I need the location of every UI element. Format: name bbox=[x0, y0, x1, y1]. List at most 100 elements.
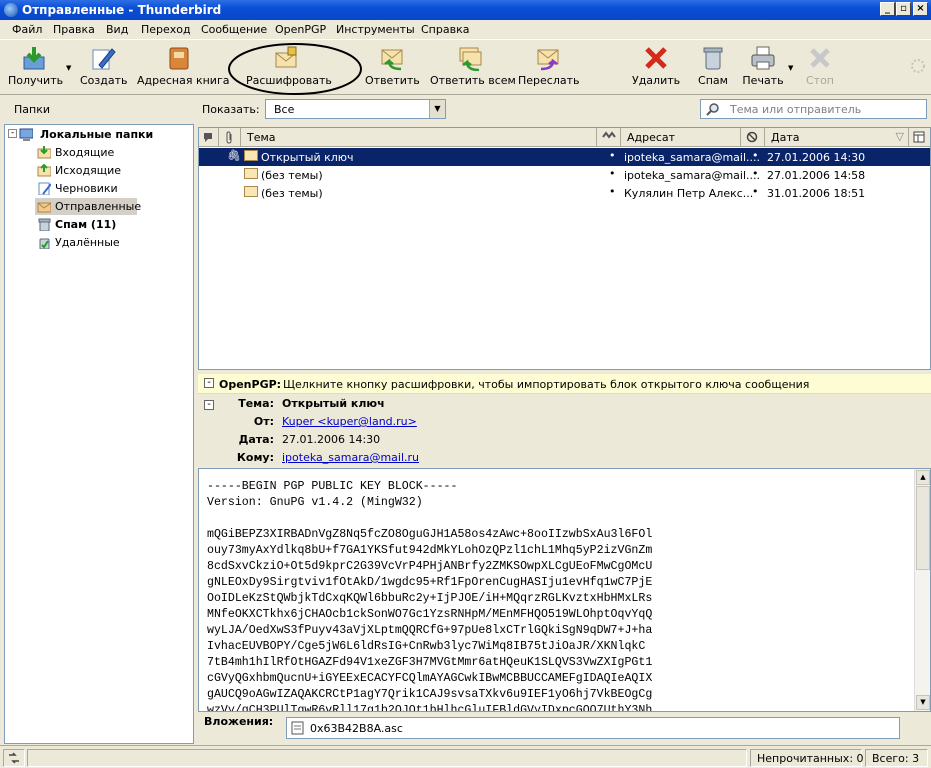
get-mail-button[interactable]: Получить bbox=[8, 45, 63, 87]
folder-inbox[interactable]: Входящие bbox=[5, 144, 193, 162]
online-status-icon[interactable] bbox=[3, 749, 25, 767]
folder-outbox[interactable]: Исходящие bbox=[5, 162, 193, 180]
outbox-icon bbox=[37, 164, 51, 177]
stop-icon bbox=[807, 45, 833, 71]
get-mail-dropdown-icon[interactable]: ▼ bbox=[66, 64, 71, 72]
column-thread[interactable] bbox=[199, 128, 219, 147]
scroll-up-icon[interactable]: ▲ bbox=[916, 470, 930, 485]
message-body[interactable]: -----BEGIN PGP PUBLIC KEY BLOCK----- Ver… bbox=[198, 468, 931, 712]
write-button[interactable]: Создать bbox=[80, 45, 128, 87]
collapse-icon[interactable]: - bbox=[8, 129, 17, 138]
column-read[interactable] bbox=[741, 128, 765, 147]
get-mail-icon bbox=[21, 45, 47, 71]
folder-local-root[interactable]: - Локальные папки bbox=[5, 126, 193, 144]
message-scrollbar[interactable]: ▲ ▼ bbox=[914, 469, 930, 711]
openpgp-message: Щелкните кнопку расшифровки, чтобы импор… bbox=[283, 378, 810, 391]
folder-sent[interactable]: Отправленные bbox=[5, 198, 193, 216]
menu-bar: Файл Правка Вид Переход Сообщение OpenPG… bbox=[0, 20, 931, 40]
print-dropdown-icon[interactable]: ▼ bbox=[788, 64, 793, 72]
print-button[interactable]: Печать bbox=[742, 45, 784, 87]
menu-file[interactable]: Файл bbox=[12, 23, 42, 36]
row-recipient: ipoteka_samara@mail.... bbox=[624, 151, 761, 164]
restore-button[interactable]: ▫ bbox=[896, 2, 911, 16]
reply-icon bbox=[379, 45, 405, 71]
column-attachment[interactable] bbox=[219, 128, 241, 147]
folder-spam[interactable]: Спам (11) bbox=[5, 216, 193, 234]
subject-value: Открытый ключ bbox=[282, 397, 385, 410]
close-window-button[interactable]: × bbox=[913, 2, 928, 16]
stop-button[interactable]: Стоп bbox=[804, 45, 836, 87]
throbber-icon bbox=[911, 59, 925, 73]
collapse-headers-icon[interactable]: - bbox=[204, 400, 214, 410]
show-label: Показать: bbox=[202, 103, 260, 116]
reply-button[interactable]: Ответить bbox=[365, 45, 420, 87]
read-dot-icon: • bbox=[752, 167, 759, 180]
sort-icon: ▽ bbox=[895, 130, 904, 143]
column-recipient[interactable]: Адресат bbox=[621, 128, 741, 147]
collapse-icon[interactable]: - bbox=[204, 378, 214, 388]
show-filter-select[interactable]: Все ▼ bbox=[265, 99, 446, 119]
column-picker[interactable] bbox=[909, 128, 930, 147]
attachment-indicator-icon: 🖇 bbox=[227, 149, 241, 162]
file-icon bbox=[291, 721, 304, 735]
row-recipient: Кулялин Петр Алекс... bbox=[624, 187, 754, 200]
junk-dot-icon: • bbox=[609, 185, 616, 198]
menu-go[interactable]: Переход bbox=[141, 23, 191, 36]
read-status-icon bbox=[746, 131, 758, 143]
junk-dot-icon: • bbox=[609, 167, 616, 180]
from-link[interactable]: Kuper <kuper@land.ru> bbox=[282, 415, 417, 428]
inbox-icon bbox=[37, 146, 51, 159]
folder-trash[interactable]: Удалённые bbox=[5, 234, 193, 252]
chevron-down-icon[interactable]: ▼ bbox=[429, 100, 445, 118]
attachments-bar: Вложения: 0x63B42B8A.asc bbox=[198, 712, 931, 744]
row-subject: (без темы) bbox=[261, 169, 323, 182]
minimize-button[interactable]: _ bbox=[880, 2, 895, 16]
thread-header: Тема Адресат Дата ▽ bbox=[199, 128, 930, 147]
annotation-circle bbox=[228, 43, 362, 95]
status-bar: Непрочитанных: 0 Всего: 3 bbox=[0, 745, 931, 768]
reply-all-button[interactable]: Ответить всем bbox=[430, 45, 516, 87]
scroll-thumb[interactable] bbox=[916, 486, 930, 570]
menu-view[interactable]: Вид bbox=[106, 23, 128, 36]
message-envelope-icon bbox=[244, 186, 258, 200]
table-row[interactable]: (без темы) • ipoteka_samara@mail.... • 2… bbox=[199, 166, 930, 184]
menu-edit[interactable]: Правка bbox=[53, 23, 95, 36]
table-row[interactable]: 🖇 Открытый ключ • ipoteka_samara@mail...… bbox=[199, 148, 930, 166]
to-link[interactable]: ipoteka_samara@mail.ru bbox=[282, 451, 419, 464]
search-icon bbox=[706, 103, 719, 116]
table-row[interactable]: (без темы) • Кулялин Петр Алекс... • 31.… bbox=[199, 184, 930, 202]
unread-count: Непрочитанных: 0 bbox=[750, 749, 864, 767]
message-header: - OpenPGP: Щелкните кнопку расшифровки, … bbox=[198, 374, 931, 468]
to-label: Кому: bbox=[236, 451, 274, 464]
column-date[interactable]: Дата ▽ bbox=[765, 128, 909, 147]
address-book-button[interactable]: Адресная книга bbox=[137, 45, 229, 87]
show-filter-value: Все bbox=[274, 103, 295, 116]
scroll-down-icon[interactable]: ▼ bbox=[916, 695, 930, 710]
column-junk[interactable] bbox=[597, 128, 621, 147]
date-label: Дата: bbox=[238, 433, 274, 446]
folder-pane: - Локальные папки Входящие Исходящие Чер… bbox=[4, 124, 194, 744]
column-subject[interactable]: Тема bbox=[241, 128, 597, 147]
menu-help[interactable]: Справка bbox=[421, 23, 469, 36]
search-placeholder: Тема или отправитель bbox=[730, 103, 862, 116]
sent-icon bbox=[37, 202, 51, 213]
computer-icon bbox=[19, 128, 33, 141]
search-input[interactable]: Тема или отправитель bbox=[700, 99, 927, 119]
pgp-key-text: -----BEGIN PGP PUBLIC KEY BLOCK----- Ver… bbox=[207, 480, 653, 712]
total-count: Всего: 3 bbox=[865, 749, 928, 767]
forward-icon bbox=[535, 45, 561, 71]
drafts-icon bbox=[38, 182, 51, 195]
thread-column-icon bbox=[204, 133, 212, 142]
junk-column-icon bbox=[602, 131, 616, 139]
spam-button[interactable]: Спам bbox=[696, 45, 730, 87]
row-date: 31.01.2006 18:51 bbox=[767, 187, 866, 200]
delete-button[interactable]: Удалить bbox=[632, 45, 680, 87]
forward-button[interactable]: Переслать bbox=[518, 45, 580, 87]
read-dot-icon: • bbox=[752, 149, 759, 162]
junk-dot-icon: • bbox=[609, 149, 616, 162]
address-book-icon bbox=[166, 45, 192, 71]
folder-drafts[interactable]: Черновики bbox=[5, 180, 193, 198]
window-title: Отправленные - Thunderbird bbox=[22, 3, 222, 17]
trash-can-icon bbox=[700, 45, 726, 71]
attachment-filename: 0x63B42B8A.asc bbox=[310, 722, 403, 735]
